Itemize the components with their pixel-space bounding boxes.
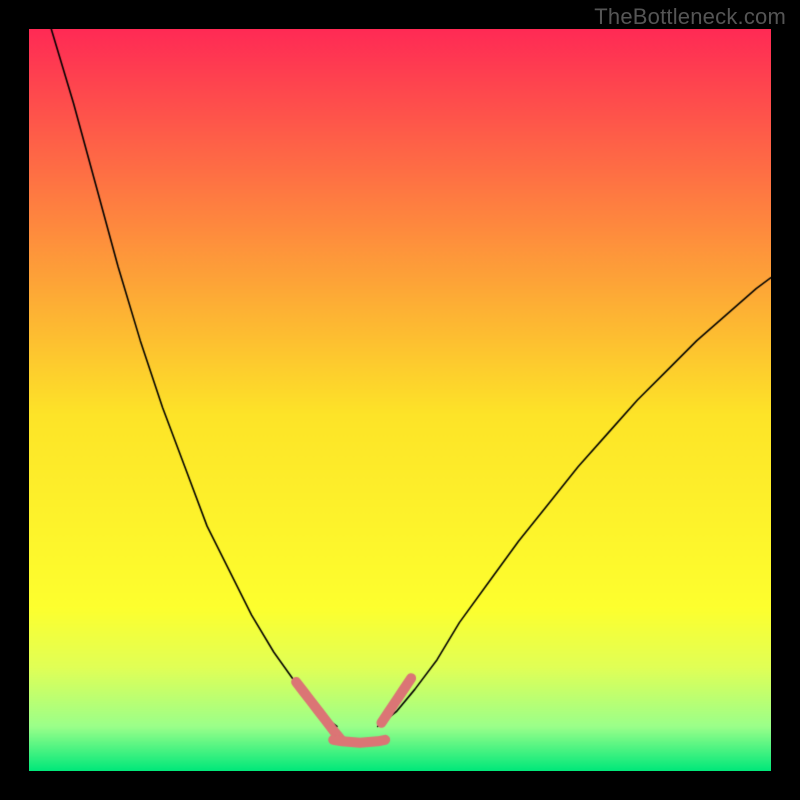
chart-frame: TheBottleneck.com: [0, 0, 800, 800]
watermark-text: TheBottleneck.com: [594, 4, 786, 30]
chart-canvas: [29, 29, 771, 771]
